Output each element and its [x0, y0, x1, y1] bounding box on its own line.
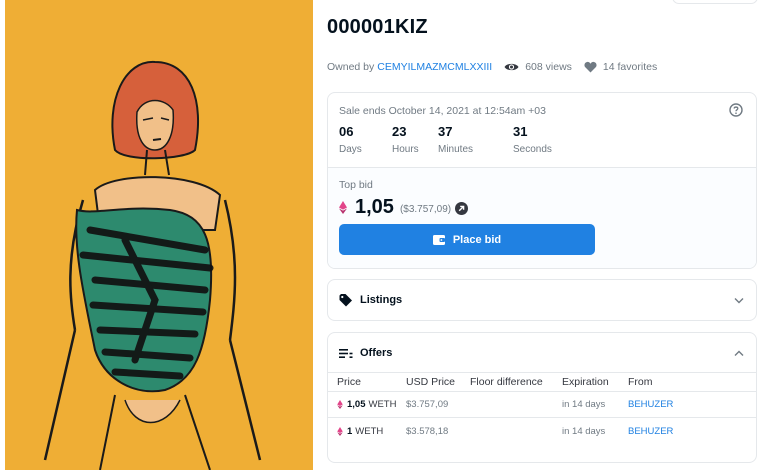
chevron-up-icon[interactable]: [734, 350, 744, 357]
offer-currency: WETH: [355, 425, 384, 437]
table-row: 1 WETH $3.578,18 in 14 days BEHUZER: [328, 418, 756, 444]
offer-amount: 1: [347, 425, 353, 437]
offer-currency: WETH: [368, 399, 397, 410]
offer-usd-price: $3.578,18: [406, 425, 449, 437]
favorites-count: 14 favorites: [602, 61, 658, 73]
artwork-illustration: [5, 0, 313, 470]
sale-panel: Sale ends October 14, 2021 at 12:54am +0…: [327, 92, 757, 269]
eth-icon: [337, 400, 343, 409]
tag-icon: [339, 293, 352, 306]
list-icon: [339, 348, 353, 358]
offers-title: Offers: [360, 347, 393, 359]
offers-table: Price USD Price Floor difference Expirat…: [328, 373, 756, 444]
views-count: 608 views: [525, 61, 572, 73]
column-header-floor-difference: Floor difference: [470, 376, 543, 388]
top-bid-value: 1,05: [355, 196, 394, 218]
countdown-minutes: 37 Minutes: [438, 124, 513, 155]
countdown-value: 37: [438, 124, 453, 139]
offer-price: 1,05 WETH: [328, 399, 406, 410]
eth-icon: [339, 201, 347, 214]
heart-icon[interactable]: [584, 61, 597, 73]
offers-panel: Offers Price USD Price Floor difference …: [327, 332, 757, 463]
table-row: 1,05 WETH $3.757,09 in 14 days BEHUZER: [328, 392, 756, 418]
eye-icon: [504, 63, 519, 71]
countdown-value: 31: [513, 124, 528, 139]
countdown-value: 06: [339, 124, 354, 139]
top-bid-section: Top bid 1,05 ($3.757,09) Place bid: [328, 168, 756, 268]
offer-price: 1 WETH: [328, 426, 406, 437]
top-toolbar-button[interactable]: [672, 0, 758, 4]
sale-ends-text: Sale ends October 14, 2021 at 12:54am +0…: [339, 105, 546, 117]
owner-link[interactable]: CEMYILMAZMCMLXXIII: [377, 61, 492, 73]
countdown-hours: 23 Hours: [392, 124, 438, 155]
countdown-label: Seconds: [513, 144, 552, 155]
eth-icon: [337, 426, 343, 436]
column-header-usd-price: USD Price: [406, 376, 456, 388]
top-bid-label: Top bid: [339, 179, 373, 191]
listings-title: Listings: [360, 294, 403, 306]
countdown-label: Hours: [392, 144, 419, 155]
countdown-value: 23: [392, 124, 407, 139]
offer-from-link[interactable]: BEHUZER: [628, 426, 708, 437]
countdown-days: 06 Days: [339, 124, 392, 155]
listings-panel: Listings: [327, 279, 757, 321]
offers-table-header: Price USD Price Floor difference Expirat…: [328, 373, 756, 392]
offer-expiration: in 14 days: [562, 399, 606, 410]
question-circle-icon[interactable]: [729, 103, 743, 117]
artwork-image[interactable]: [5, 0, 313, 470]
top-bid-row: 1,05 ($3.757,09): [339, 196, 469, 219]
countdown: 06 Days 23 Hours 37 Minutes 31 Seconds: [339, 124, 566, 155]
asset-meta: Owned by CEMYILMAZMCMLXXIII 608 views 14…: [327, 60, 657, 74]
offers-header[interactable]: Offers: [339, 333, 744, 373]
owned-by-label: Owned by: [327, 61, 375, 73]
listings-header[interactable]: Listings: [339, 280, 744, 320]
column-header-expiration: Expiration: [562, 376, 609, 388]
wallet-icon: [432, 235, 445, 245]
arrow-up-right-icon[interactable]: [455, 202, 469, 215]
place-bid-button[interactable]: Place bid: [339, 224, 595, 255]
column-header-price: Price: [337, 376, 361, 388]
chevron-down-icon[interactable]: [734, 297, 744, 304]
place-bid-label: Place bid: [452, 233, 502, 246]
offer-amount: 1,05: [347, 399, 366, 410]
column-header-from: From: [628, 376, 653, 388]
asset-title: 000001KIZ: [327, 16, 428, 38]
offer-usd-price: $3.757,09: [406, 399, 449, 410]
offer-expiration: in 14 days: [562, 425, 606, 437]
countdown-label: Days: [339, 144, 362, 155]
top-bid-usd: ($3.757,09): [399, 203, 452, 215]
countdown-label: Minutes: [438, 144, 474, 155]
offer-from-link[interactable]: BEHUZER: [628, 399, 708, 410]
countdown-seconds: 31 Seconds: [513, 124, 566, 155]
